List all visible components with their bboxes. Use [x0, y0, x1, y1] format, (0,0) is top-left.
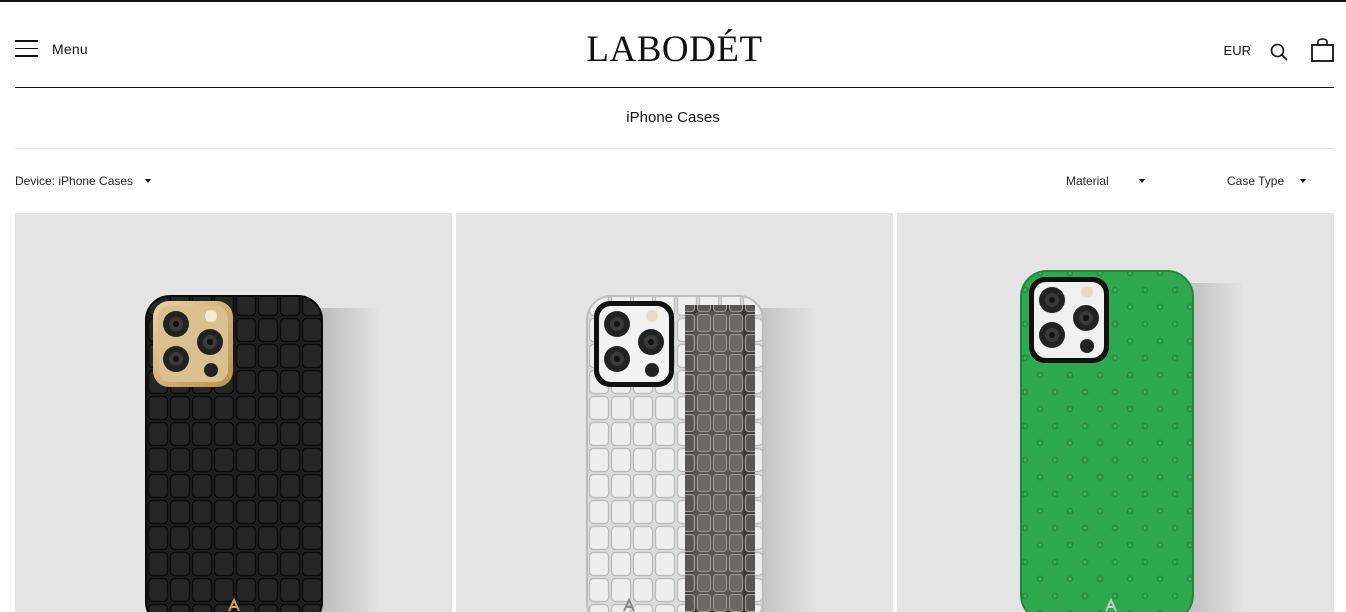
brand-logo[interactable]: LABODÉT: [586, 28, 762, 71]
product-image-green-ostrich-case: [1020, 270, 1244, 612]
product-image-white-grey-alligator-strap-case: [586, 295, 816, 612]
product-grid: [15, 213, 1334, 612]
caret-down-icon: [1138, 179, 1145, 183]
product-card[interactable]: [897, 213, 1334, 612]
shopping-bag-icon[interactable]: [1311, 38, 1334, 62]
material-filter-dropdown[interactable]: Material: [1066, 174, 1145, 188]
product-card[interactable]: [15, 213, 452, 612]
search-icon[interactable]: [1270, 43, 1288, 61]
currency-selector[interactable]: EUR: [1224, 43, 1251, 58]
product-image-black-alligator-case: [145, 295, 380, 612]
device-filter-dropdown[interactable]: Device: iPhone Cases: [15, 174, 152, 188]
header-divider: [15, 87, 1334, 88]
page-title: iPhone Cases: [626, 109, 720, 126]
menu-label: Menu: [52, 40, 88, 57]
caret-down-icon: [1300, 179, 1307, 183]
case-type-filter-dropdown[interactable]: Case Type: [1227, 174, 1307, 188]
case-type-filter-label: Case Type: [1227, 174, 1285, 188]
device-filter-label: Device: iPhone Cases: [15, 174, 134, 188]
product-card[interactable]: [456, 213, 893, 612]
hamburger-icon: [15, 40, 38, 57]
material-filter-label: Material: [1066, 174, 1109, 188]
caret-down-icon: [145, 179, 152, 183]
site-header: Menu LABODÉT EUR: [15, 2, 1334, 87]
title-divider: [15, 148, 1334, 149]
menu-button[interactable]: Menu: [15, 40, 88, 57]
